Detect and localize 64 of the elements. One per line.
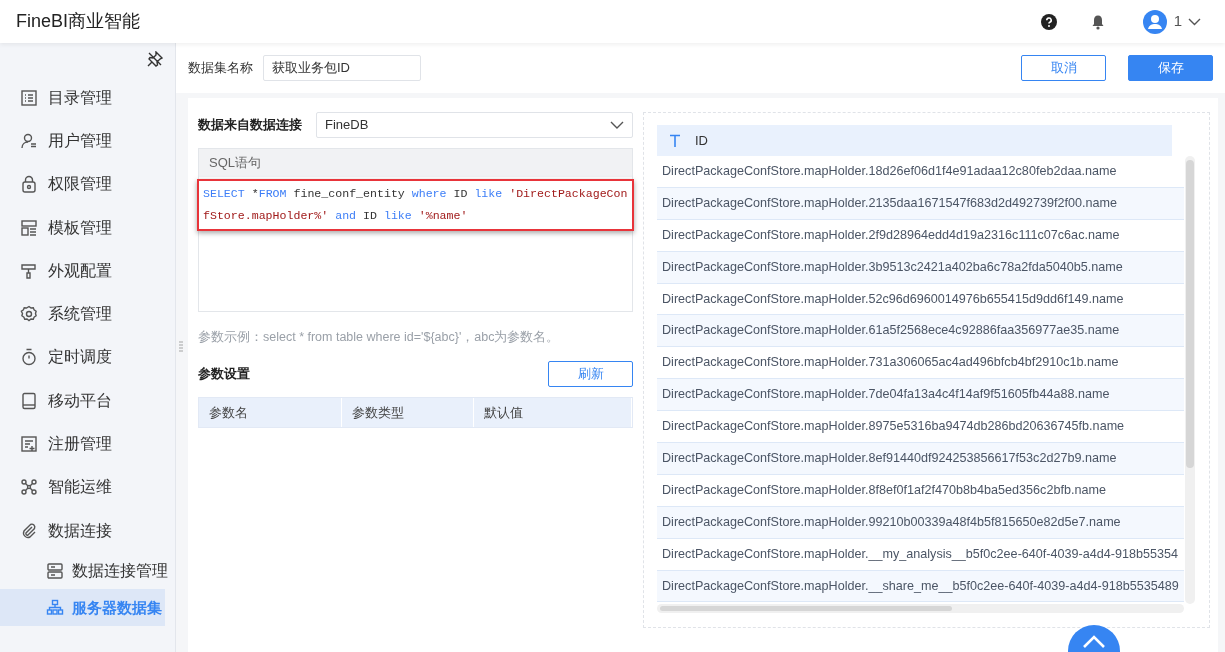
- column-header: 默认值: [473, 397, 632, 427]
- cancel-button[interactable]: 取消: [1021, 55, 1106, 81]
- chevron-up-icon: [1082, 635, 1106, 649]
- sidebar-item[interactable]: 权限管理: [0, 162, 175, 206]
- horizontal-scrollbar[interactable]: [657, 604, 1184, 613]
- dataset-name-field[interactable]: 获取业务包ID: [263, 55, 421, 81]
- sidebar-item[interactable]: 外观配置: [0, 249, 175, 293]
- lock-icon: [20, 175, 38, 194]
- column-header: 参数名: [199, 397, 343, 427]
- table-cell: DirectPackageConfStore.mapHolder.7de04fa13a4c4f14af9f51605fb44a88.name: [657, 379, 1184, 412]
- user-icon: [20, 131, 38, 150]
- refresh-button[interactable]: 刷新: [548, 360, 633, 387]
- sidebar-item[interactable]: 注册管理: [0, 422, 175, 466]
- sql-code[interactable]: SELECT *FROM fine_conf_entity where ID like 'DirectPackageConfStore.mapHolder%' and ID like '%name': [203, 183, 628, 227]
- table-cell: DirectPackageConfStore.mapHolder.__my_analysis__b5f0c2ee-640f-4039-a4d4-918b55354: [657, 538, 1184, 571]
- timer-icon: [20, 348, 38, 367]
- form-icon: [20, 435, 38, 453]
- sql-header: SQL语句: [199, 149, 632, 177]
- hint-text: 参数示例：select * from table where id='${abc}'，abc为参数名。: [198, 329, 561, 346]
- sidebar-item[interactable]: 移动平台: [0, 379, 175, 423]
- paperclip-icon: [20, 521, 38, 540]
- column-header[interactable]: ID: [695, 130, 708, 151]
- avatar-icon[interactable]: [1142, 9, 1167, 34]
- tablet-icon: [20, 391, 38, 410]
- vertical-scrollbar[interactable]: [1185, 156, 1195, 604]
- sidebar-item[interactable]: 数据连接: [0, 508, 175, 553]
- column-header: 参数类型: [342, 397, 474, 427]
- save-button[interactable]: 保存: [1128, 55, 1213, 81]
- drag-handle-icon[interactable]: [179, 341, 183, 353]
- brush-icon: [20, 261, 38, 280]
- dataset-name-label: 数据集名称: [188, 59, 253, 78]
- list-icon: [20, 88, 38, 107]
- sidebar-item[interactable]: 数据连接管理: [0, 552, 175, 590]
- sidebar-item[interactable]: 用户管理: [0, 119, 175, 163]
- help-icon[interactable]: [1040, 13, 1057, 30]
- table-cell: DirectPackageConfStore.mapHolder.3b9513c2421a402ba6c78a2fda5040b5.name: [657, 251, 1184, 284]
- network-icon: [20, 478, 38, 497]
- table-cell: DirectPackageConfStore.mapHolder.2135daa1671547f683d2d492739f2f00.name: [657, 187, 1184, 220]
- table-cell: DirectPackageConfStore.mapHolder.8f8ef0f1af2f470b8b4ba5ed356c2bfb.name: [657, 474, 1184, 507]
- caret-icon[interactable]: [1188, 17, 1201, 26]
- connection-label: 数据来自数据连接: [198, 116, 302, 135]
- connection-select[interactable]: FineDB: [316, 112, 633, 138]
- user-name[interactable]: 1: [1173, 10, 1182, 33]
- table-cell: DirectPackageConfStore.mapHolder.99210b00339a48f4b5f815650e82d5e7.name: [657, 506, 1184, 539]
- sidebar-item[interactable]: 系统管理: [0, 292, 175, 336]
- text-type-icon: [669, 133, 681, 148]
- table-cell: DirectPackageConfStore.mapHolder.61a5f2568ece4c92886faa356977ae35.name: [657, 315, 1184, 348]
- table-cell: DirectPackageConfStore.mapHolder.8ef91440df924253856617f53c2d27b9.name: [657, 443, 1184, 475]
- sidebar-item[interactable]: 智能运维: [0, 465, 175, 509]
- bell-icon[interactable]: [1090, 13, 1105, 30]
- section-title: 参数设置: [198, 365, 250, 383]
- chevron-down-icon: [610, 121, 624, 129]
- server-icon: [46, 561, 64, 580]
- pin-icon[interactable]: [147, 51, 163, 67]
- sidebar-item[interactable]: 模板管理: [0, 205, 175, 250]
- sidebar-item[interactable]: 定时调度: [0, 335, 175, 380]
- layout-icon: [20, 218, 38, 237]
- sidebar-item[interactable]: 目录管理: [0, 76, 175, 120]
- table-cell: DirectPackageConfStore.mapHolder.18d26ef06d1f4e91adaa12c80feb2daa.name: [657, 156, 1184, 188]
- settings-icon: [20, 305, 38, 324]
- app-title: FineBI商业智能: [16, 10, 141, 33]
- table-cell: DirectPackageConfStore.mapHolder.__share_me__b5f0c2ee-640f-4039-a4d4-918b5535489: [657, 570, 1184, 603]
- hierarchy-icon: [46, 598, 64, 617]
- table-cell: DirectPackageConfStore.mapHolder.2f9d28964edd4d19a2316c111c07c6ac.name: [657, 219, 1184, 252]
